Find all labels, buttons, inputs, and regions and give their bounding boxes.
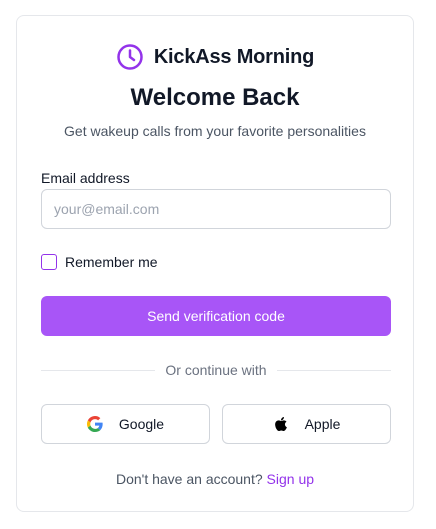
login-card: KickAss Morning Welcome Back Get wakeup … [16,15,414,512]
apple-icon [273,416,289,432]
email-field[interactable] [41,189,391,229]
google-login-button[interactable]: Google [41,404,210,444]
page-subtitle: Get wakeup calls from your favorite pers… [64,123,366,139]
google-label: Google [118,416,165,432]
remember-me: Remember me [41,254,158,270]
page-title: Welcome Back [130,84,300,111]
signup-link[interactable]: Sign up [267,471,314,487]
remember-me-label[interactable]: Remember me [65,254,158,270]
divider-text: Or continue with [165,362,267,378]
clock-icon [116,43,144,71]
signup-prompt-text: Don't have an account? [115,471,263,487]
signup-prompt: Don't have an account? Sign up [17,471,413,487]
brand-header: KickAss Morning [17,43,413,71]
divider-line-left [41,369,156,371]
divider: Or continue with [41,362,392,378]
send-verification-code-button[interactable]: Send verification code [41,296,391,336]
apple-label: Apple [304,416,341,432]
apple-login-button[interactable]: Apple [222,404,391,444]
brand-name: KickAss Morning [153,45,315,68]
email-label: Email address [41,170,130,186]
divider-line-right [276,369,392,371]
remember-me-checkbox[interactable] [41,254,57,270]
google-icon [86,416,103,432]
